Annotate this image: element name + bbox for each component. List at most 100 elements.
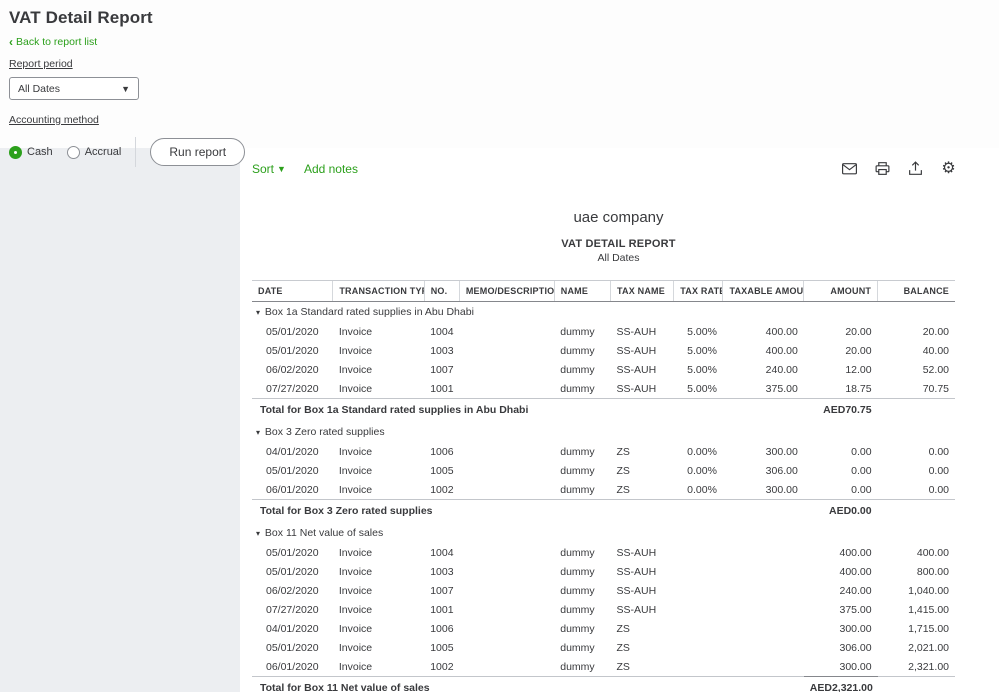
collapse-triangle-icon[interactable]: ▾ [256, 308, 260, 317]
cell: dummy [554, 442, 610, 461]
section-total-amount: AED70.75 [804, 399, 878, 423]
cell: dummy [554, 322, 610, 341]
cell [674, 600, 723, 619]
cell: SS-AUH [610, 581, 673, 600]
cell: 400.00 [723, 322, 804, 341]
cell: 0.00 [804, 480, 878, 500]
radio-cash-label: Cash [27, 146, 53, 158]
cell: Invoice [333, 543, 424, 562]
cell: 1003 [424, 562, 459, 581]
section-total-row: Total for Box 1a Standard rated supplies… [252, 399, 955, 423]
section-header-row: ▾ Box 1a Standard rated supplies in Abu … [252, 302, 955, 323]
print-icon[interactable] [874, 160, 891, 177]
section-header[interactable]: ▾ Box 11 Net value of sales [252, 523, 955, 543]
cell: 306.00 [723, 461, 804, 480]
cell: 06/01/2020 [252, 480, 333, 500]
cell [723, 657, 804, 677]
report-period-select[interactable]: All Dates ▼ [9, 77, 139, 100]
collapse-triangle-icon[interactable]: ▾ [256, 529, 260, 538]
table-row: 07/27/2020Invoice1001dummySS-AUH5.00%375… [252, 379, 955, 399]
report-table: DATETRANSACTION TYPENO.MEMO/DESCRIPTIONN… [252, 280, 955, 692]
cell: SS-AUH [610, 341, 673, 360]
section-header[interactable]: ▾ Box 1a Standard rated supplies in Abu … [252, 302, 955, 323]
cell: 1,040.00 [878, 581, 955, 600]
cell: ZS [610, 442, 673, 461]
cell: 375.00 [804, 600, 878, 619]
table-row: 05/01/2020Invoice1003dummySS-AUH400.0080… [252, 562, 955, 581]
accounting-method-label[interactable]: Accounting method [9, 114, 99, 126]
cell: SS-AUH [610, 379, 673, 399]
cell: 1007 [424, 360, 459, 379]
run-report-button[interactable]: Run report [150, 138, 245, 166]
report-period-label[interactable]: Report period [9, 58, 73, 70]
cell: ZS [610, 657, 673, 677]
cell: Invoice [333, 638, 424, 657]
cell: Invoice [333, 379, 424, 399]
cell: 300.00 [804, 619, 878, 638]
section-total-balance [878, 399, 955, 423]
section-total-balance [878, 677, 955, 692]
cell: dummy [554, 461, 610, 480]
chevron-down-icon: ▼ [121, 84, 130, 94]
email-icon[interactable] [841, 160, 858, 177]
report-table-wrap: DATETRANSACTION TYPENO.MEMO/DESCRIPTIONN… [252, 280, 985, 692]
column-header: MEMO/DESCRIPTION [459, 281, 554, 302]
cell: 05/01/2020 [252, 562, 333, 581]
back-to-report-list-link[interactable]: ‹ Back to report list [9, 36, 97, 48]
back-link-label: Back to report list [16, 36, 97, 48]
column-header: TAXABLE AMOUNT [723, 281, 804, 302]
cell: 1005 [424, 638, 459, 657]
add-notes-label: Add notes [304, 162, 358, 176]
cell: 1001 [424, 600, 459, 619]
cell: 1004 [424, 543, 459, 562]
cell: Invoice [333, 341, 424, 360]
column-header: TAX RATE [674, 281, 723, 302]
cell: 400.00 [804, 543, 878, 562]
cell: 1002 [424, 657, 459, 677]
column-header: NAME [554, 281, 610, 302]
cell: Invoice [333, 581, 424, 600]
cell: 05/01/2020 [252, 638, 333, 657]
cell [459, 600, 554, 619]
cell: 52.00 [878, 360, 955, 379]
section-total-amount: AED2,321.00 [804, 677, 878, 692]
cell: 1006 [424, 442, 459, 461]
cell: Invoice [333, 360, 424, 379]
table-row: 04/01/2020Invoice1006dummyZS0.00%300.000… [252, 442, 955, 461]
sort-link[interactable]: Sort ▼ [252, 162, 286, 176]
section-header[interactable]: ▾ Box 3 Zero rated supplies [252, 422, 955, 442]
cell [723, 600, 804, 619]
report-subtitle: All Dates [252, 252, 985, 264]
cell: dummy [554, 379, 610, 399]
cell: 375.00 [723, 379, 804, 399]
cell [674, 543, 723, 562]
radio-accrual-label: Accrual [85, 146, 122, 158]
cell [459, 360, 554, 379]
radio-accrual-circle[interactable] [67, 146, 80, 159]
add-notes-link[interactable]: Add notes [304, 162, 358, 176]
radio-cash-circle[interactable] [9, 146, 22, 159]
cell: ZS [610, 461, 673, 480]
radio-cash[interactable]: Cash [9, 146, 53, 159]
cell: 300.00 [723, 442, 804, 461]
cell: 800.00 [878, 562, 955, 581]
cell: 0.00 [878, 480, 955, 500]
settings-icon[interactable]: ⚙ [940, 160, 957, 177]
export-icon[interactable] [907, 160, 924, 177]
radio-accrual[interactable]: Accrual [67, 146, 122, 159]
collapse-triangle-icon[interactable]: ▾ [256, 428, 260, 437]
cell: 0.00 [878, 461, 955, 480]
cell: Invoice [333, 619, 424, 638]
table-row: 06/01/2020Invoice1002dummyZS0.00%300.000… [252, 480, 955, 500]
cell: Invoice [333, 600, 424, 619]
cell: 20.00 [804, 341, 878, 360]
cell: 20.00 [804, 322, 878, 341]
cell: 240.00 [723, 360, 804, 379]
table-row: 07/27/2020Invoice1001dummySS-AUH375.001,… [252, 600, 955, 619]
cell: 1007 [424, 581, 459, 600]
cell: SS-AUH [610, 322, 673, 341]
table-row: 05/01/2020Invoice1005dummyZS306.002,021.… [252, 638, 955, 657]
toolbar-links: Sort ▼ Add notes [252, 162, 358, 176]
cell [459, 581, 554, 600]
section-total-row: Total for Box 3 Zero rated suppliesAED0.… [252, 500, 955, 524]
